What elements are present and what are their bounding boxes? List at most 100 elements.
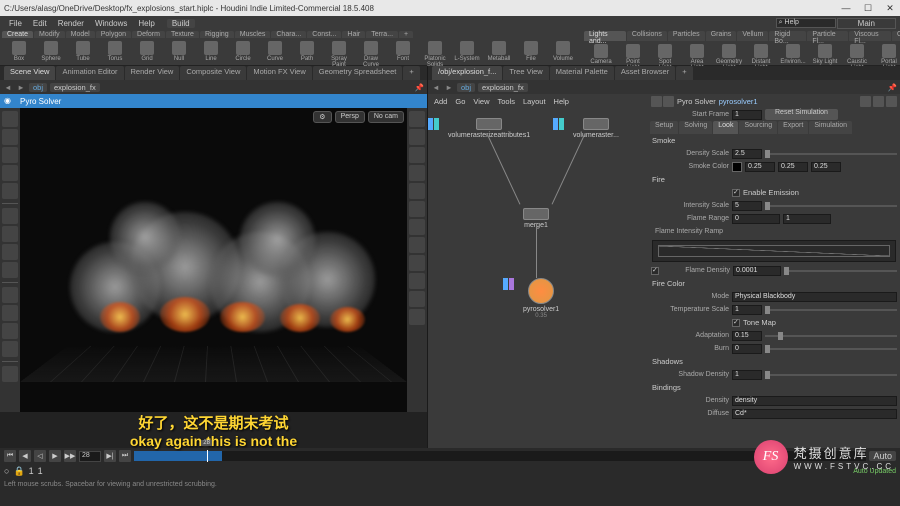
- pin-icon[interactable]: [886, 96, 897, 107]
- shelf-tab[interactable]: Chara...: [271, 31, 306, 38]
- breadcrumb-obj[interactable]: obj: [457, 83, 475, 92]
- node-name-field[interactable]: pyrosolver1: [719, 97, 758, 106]
- next-frame-button[interactable]: ▶▶: [64, 450, 76, 462]
- net-menu-layout[interactable]: Layout: [523, 97, 546, 106]
- help-search-input[interactable]: ⌕ Help: [776, 18, 836, 28]
- shelf-tab[interactable]: Lights and...: [584, 31, 626, 41]
- shelf-tab[interactable]: Texture: [166, 31, 199, 38]
- shelf-tool[interactable]: Metaball: [486, 41, 512, 68]
- magnet-icon[interactable]: [2, 366, 18, 382]
- gear-icon[interactable]: [860, 96, 871, 107]
- first-frame-button[interactable]: ⏮: [4, 450, 16, 462]
- window-maximize-button[interactable]: ☐: [862, 3, 874, 14]
- camera-menu-button[interactable]: No cam: [368, 111, 404, 123]
- shelf-tool[interactable]: Box: [6, 41, 32, 68]
- net-menu-help[interactable]: Help: [554, 97, 569, 106]
- handle-tool-icon[interactable]: [2, 129, 18, 145]
- intensity-scale-field[interactable]: 5: [732, 201, 762, 211]
- param-tab[interactable]: Simulation: [809, 121, 852, 134]
- smoke-color-g-field[interactable]: 0.25: [778, 162, 808, 172]
- shelf-tool[interactable]: Path: [294, 41, 320, 68]
- shelf-tool[interactable]: Torus: [102, 41, 128, 68]
- smoke-color-swatch[interactable]: [732, 162, 742, 172]
- flame-density-field[interactable]: 0.0001: [733, 266, 781, 276]
- snap-point-icon[interactable]: [2, 323, 18, 339]
- flame-density-checkbox[interactable]: [651, 267, 659, 275]
- update-mode-label[interactable]: Auto Updated: [853, 468, 896, 475]
- param-tab[interactable]: Setup: [650, 121, 678, 134]
- shelf-tab[interactable]: Muscles: [235, 31, 271, 38]
- select-tool-icon[interactable]: [2, 111, 18, 127]
- adaptation-slider[interactable]: [765, 335, 897, 337]
- nav-back-icon[interactable]: ◄: [431, 83, 441, 92]
- tone-map-checkbox[interactable]: [732, 319, 740, 327]
- shadow-density-slider[interactable]: [765, 374, 897, 376]
- intensity-scale-slider[interactable]: [765, 205, 897, 207]
- param-tab[interactable]: Solving: [679, 121, 712, 134]
- shelf-tab[interactable]: Particles: [668, 31, 705, 41]
- view-menu-button[interactable]: Persp: [335, 111, 365, 123]
- snap-grid-icon[interactable]: [2, 287, 18, 303]
- shelf-tab[interactable]: +: [399, 31, 413, 38]
- pane-tab[interactable]: +: [403, 66, 419, 80]
- pane-preset-selector[interactable]: Main: [837, 18, 896, 29]
- shelf-tool[interactable]: Null: [166, 41, 192, 68]
- density-bind-field[interactable]: density: [732, 396, 897, 406]
- shelf-tool[interactable]: File: [518, 41, 544, 68]
- shelf-tab[interactable]: Rigid Bo...: [769, 31, 806, 41]
- breadcrumb-node[interactable]: explosion_fx: [478, 83, 528, 92]
- pane-tab[interactable]: +: [676, 66, 692, 80]
- desktop-selector[interactable]: Build: [167, 19, 195, 28]
- view-tool-icon[interactable]: [2, 226, 18, 242]
- shelf-tab[interactable]: Collisions: [627, 31, 667, 41]
- pane-tab[interactable]: Motion FX View: [247, 66, 311, 80]
- render-region-icon[interactable]: [2, 244, 18, 260]
- pane-tab[interactable]: Geometry Spreadsheet: [313, 66, 403, 80]
- burn-field[interactable]: 0: [732, 344, 762, 354]
- ghost-icon[interactable]: [409, 183, 425, 199]
- lock-icon[interactable]: 🔒: [13, 466, 24, 477]
- shelf-tab[interactable]: Create: [2, 31, 33, 38]
- current-frame-field[interactable]: 28: [79, 451, 101, 462]
- pane-tab[interactable]: Asset Browser: [615, 66, 675, 80]
- nav-fwd-icon[interactable]: ►: [16, 83, 26, 92]
- shadow-density-field[interactable]: 1: [732, 370, 762, 380]
- shelf-tool[interactable]: Spray Paint: [326, 41, 352, 68]
- start-frame-field[interactable]: 1: [732, 110, 762, 120]
- cog-icon[interactable]: ⚙: [313, 111, 331, 123]
- nav-fwd-icon[interactable]: [663, 96, 674, 107]
- scale-tool-icon[interactable]: [2, 183, 18, 199]
- lighting-icon[interactable]: [409, 147, 425, 163]
- mode-dropdown[interactable]: Physical Blackbody: [732, 292, 897, 302]
- flame-range-min-field[interactable]: 0: [732, 214, 780, 224]
- shelf-tab[interactable]: Modify: [34, 31, 65, 38]
- shelf-tool[interactable]: L-System: [454, 41, 480, 68]
- shelf-tab[interactable]: Oceans: [892, 31, 900, 41]
- scene-viewport[interactable]: ⚙ Persp No cam: [20, 108, 407, 412]
- shelf-tool[interactable]: Tube: [70, 41, 96, 68]
- density-scale-slider[interactable]: [765, 153, 897, 155]
- pane-tab[interactable]: Scene View: [4, 66, 55, 80]
- density-scale-field[interactable]: 2.5: [732, 149, 762, 159]
- param-tab[interactable]: Export: [778, 121, 808, 134]
- snap-tool-icon[interactable]: [2, 208, 18, 224]
- shelf-tool[interactable]: Platonic Solids: [422, 41, 448, 68]
- pane-tab[interactable]: Tree View: [503, 66, 548, 80]
- shelf-tool[interactable]: Volume: [550, 41, 576, 68]
- menu-help[interactable]: Help: [133, 19, 159, 28]
- menu-windows[interactable]: Windows: [90, 19, 132, 28]
- menu-edit[interactable]: Edit: [28, 19, 52, 28]
- shelf-tab[interactable]: Const...: [307, 31, 341, 38]
- adaptation-field[interactable]: 0.15: [732, 331, 762, 341]
- show-numbers-icon[interactable]: [409, 237, 425, 253]
- shelf-tab[interactable]: Rigging: [200, 31, 234, 38]
- prev-frame-button[interactable]: ◀: [19, 450, 31, 462]
- shelf-tab[interactable]: Model: [66, 31, 95, 38]
- burn-slider[interactable]: [765, 348, 897, 350]
- shelf-tool[interactable]: Font: [390, 41, 416, 68]
- network-view[interactable]: Add Go View Tools Layout Help volumerast…: [428, 94, 648, 448]
- nav-back-icon[interactable]: [651, 96, 662, 107]
- play-reverse-button[interactable]: ◁: [34, 450, 46, 462]
- help-icon[interactable]: [873, 96, 884, 107]
- pin-icon[interactable]: 📌: [888, 83, 897, 92]
